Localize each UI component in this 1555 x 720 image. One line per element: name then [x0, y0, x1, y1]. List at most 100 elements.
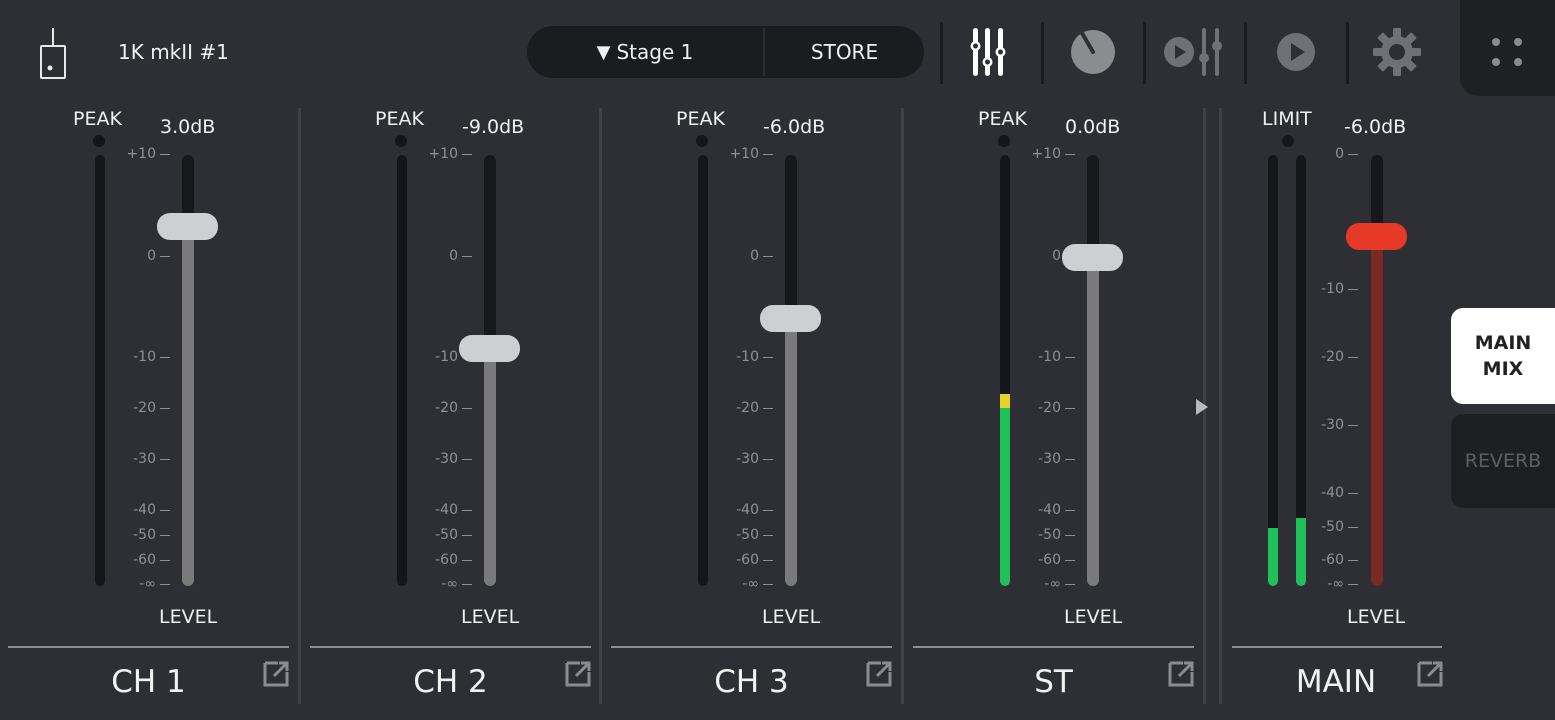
level-label: LEVEL — [461, 606, 520, 628]
fader-fill — [1087, 257, 1099, 586]
fader-fill — [484, 347, 496, 586]
scale-tick: -30 — [1288, 417, 1358, 433]
fader-track[interactable] — [1371, 155, 1383, 586]
popout-icon[interactable] — [1167, 660, 1195, 688]
scale-tick: -20 — [703, 400, 773, 416]
limit-label: LIMIT — [1262, 108, 1312, 130]
tab-main-mix-label: MAIN MIX — [1474, 332, 1532, 380]
player-mixer-icon[interactable] — [1162, 22, 1224, 82]
channel-strip-4: PEAK 0.0dB +10 0 -10 -20 -30 -40 -50 -60 -∞ LEVEL ST — [913, 100, 1203, 720]
gain-value: -6.0dB — [763, 116, 826, 138]
store-button[interactable]: STORE — [765, 26, 924, 78]
scale-tick: -30 — [402, 451, 472, 467]
scene-control: ▼ Stage 1 STORE — [527, 26, 924, 78]
scale-tick: -30 — [1005, 451, 1075, 467]
channel-strip-2: PEAK -9.0dB +10 0 -10 -20 -30 -40 -50 -60 -∞ LEVEL C… — [310, 100, 600, 720]
meter-left — [1268, 155, 1278, 586]
main-strip: LIMIT -6.0dB 0 -10 -20 -30 -40 -50 -60 -∞ LEVEL MAI… — [1230, 100, 1520, 720]
scale-tick: -20 — [100, 400, 170, 416]
divider — [611, 646, 892, 648]
mixer-faders-icon[interactable] — [961, 22, 1023, 82]
level-label: LEVEL — [762, 606, 821, 628]
scale-tick: -10 — [1288, 281, 1358, 297]
channel-name[interactable]: MAIN — [1230, 664, 1442, 700]
divider — [1244, 22, 1247, 84]
fader-fill — [182, 226, 194, 586]
scale-tick: -∞ — [402, 576, 472, 592]
scale-tick: -60 — [1288, 552, 1358, 568]
fader-fill — [785, 317, 797, 586]
scale-tick: -30 — [703, 451, 773, 467]
scale-tick: 0 — [402, 248, 472, 264]
divider — [940, 22, 943, 84]
tab-reverb[interactable]: REVERB — [1451, 414, 1555, 508]
scale-tick: -30 — [100, 451, 170, 467]
gain-value: 0.0dB — [1065, 116, 1121, 138]
fader-knob[interactable] — [1062, 244, 1123, 271]
speaker-device-icon[interactable] — [38, 26, 68, 80]
channel-name[interactable]: CH 1 — [8, 664, 289, 700]
channel-name[interactable]: ST — [913, 664, 1194, 700]
divider — [8, 646, 289, 648]
channel-name[interactable]: CH 3 — [611, 664, 892, 700]
level-meter — [397, 155, 407, 586]
scale-tick: +10 — [1005, 146, 1075, 162]
scale-tick: -∞ — [1288, 576, 1358, 592]
scale-tick: -50 — [1288, 519, 1358, 535]
level-meter — [698, 155, 708, 586]
scale-tick: -40 — [402, 502, 472, 518]
popout-icon[interactable] — [262, 660, 290, 688]
scale-tick: -40 — [1288, 485, 1358, 501]
scene-select[interactable]: ▼ Stage 1 — [527, 26, 763, 78]
menu-dots-icon — [1492, 38, 1522, 66]
fader-fill — [1371, 236, 1383, 586]
fader-knob[interactable] — [157, 213, 218, 241]
fader-knob[interactable] — [459, 334, 520, 362]
divider — [310, 646, 591, 648]
knob-icon[interactable] — [1062, 22, 1124, 82]
fader-track[interactable] — [484, 155, 496, 586]
scale-tick: -60 — [402, 552, 472, 568]
scale-tick: -10 — [100, 349, 170, 365]
strip-divider — [599, 108, 602, 704]
scale-tick: +10 — [703, 146, 773, 162]
expand-arrow-icon[interactable] — [1195, 398, 1209, 416]
scale-tick: -50 — [100, 527, 170, 543]
divider — [913, 646, 1194, 648]
scale-tick: -40 — [100, 502, 170, 518]
play-icon[interactable] — [1265, 22, 1327, 82]
strip-divider — [298, 108, 301, 704]
strip-divider — [1219, 108, 1222, 704]
meter-fill — [1268, 528, 1278, 586]
fader-track[interactable] — [785, 155, 797, 586]
level-label: LEVEL — [159, 606, 218, 628]
peak-label: PEAK — [676, 108, 725, 130]
scale-tick: -∞ — [703, 576, 773, 592]
fader-knob[interactable] — [760, 304, 821, 332]
peak-label: PEAK — [375, 108, 424, 130]
main-fader-knob[interactable] — [1346, 223, 1407, 250]
popout-icon[interactable] — [1416, 660, 1444, 688]
scale-tick: -10 — [703, 349, 773, 365]
gain-value: 3.0dB — [160, 116, 216, 138]
tab-main-mix[interactable]: MAIN MIX — [1451, 308, 1555, 404]
divider — [1232, 646, 1442, 648]
scale-tick: 0 — [1288, 146, 1358, 162]
popout-icon[interactable] — [865, 660, 893, 688]
scale-tick: -50 — [703, 527, 773, 543]
popout-icon[interactable] — [564, 660, 592, 688]
channel-strip-3: PEAK -6.0dB +10 0 -10 -20 -30 -40 -50 -60 -∞ LEVEL C… — [611, 100, 901, 720]
scale-tick: 0 — [100, 248, 170, 264]
scale-tick: -60 — [1005, 552, 1075, 568]
device-name: 1K mkII #1 — [118, 40, 229, 64]
channel-name[interactable]: CH 2 — [310, 664, 591, 700]
divider — [1143, 22, 1146, 84]
scale-tick: -∞ — [100, 576, 170, 592]
scale-tick: -60 — [703, 552, 773, 568]
scale-tick: 0 — [703, 248, 773, 264]
fader-track[interactable] — [1087, 155, 1099, 586]
menu-button[interactable] — [1460, 0, 1555, 96]
divider — [1346, 22, 1349, 84]
top-bar: 1K mkII #1 ▼ Stage 1 STORE — [0, 0, 1555, 100]
gear-icon[interactable] — [1366, 22, 1428, 82]
